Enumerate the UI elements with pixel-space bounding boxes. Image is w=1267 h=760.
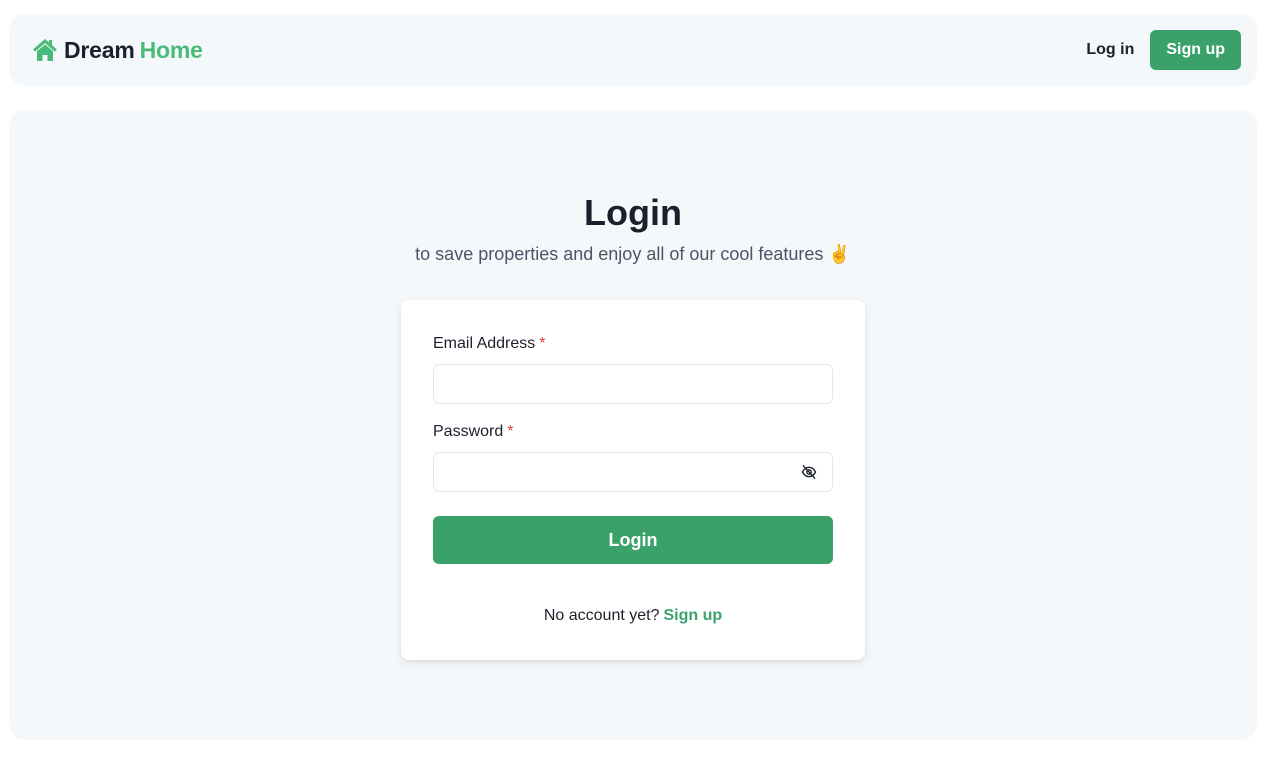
password-label-text: Password bbox=[433, 423, 504, 440]
brand-name-part1: Dream bbox=[64, 36, 135, 63]
brand-name: Dream Home bbox=[64, 37, 203, 64]
password-input[interactable] bbox=[433, 452, 833, 492]
navbar: Dream Home Log in Sign up bbox=[9, 14, 1257, 86]
login-form: Email Address * Password * Login No accoun… bbox=[401, 300, 865, 660]
email-label-text: Email Address bbox=[433, 335, 536, 352]
email-input[interactable] bbox=[433, 364, 833, 404]
login-button[interactable]: Login bbox=[433, 516, 833, 564]
nav-actions: Log in Sign up bbox=[1086, 30, 1241, 70]
home-icon bbox=[32, 37, 58, 63]
brand-logo[interactable]: Dream Home bbox=[32, 37, 203, 64]
main-panel: Login to save properties and enjoy all o… bbox=[9, 110, 1257, 740]
nav-signup-button[interactable]: Sign up bbox=[1150, 30, 1241, 70]
eye-off-icon[interactable] bbox=[797, 462, 821, 482]
password-required-mark: * bbox=[507, 423, 514, 440]
password-label: Password * bbox=[433, 423, 513, 441]
nav-login-button[interactable]: Log in bbox=[1086, 33, 1134, 67]
page-subtitle: to save properties and enjoy all of our … bbox=[415, 244, 851, 264]
email-required-mark: * bbox=[539, 335, 546, 352]
email-label: Email Address * bbox=[433, 335, 546, 353]
signup-prompt: No account yet? Sign up bbox=[401, 607, 865, 625]
brand-name-part2: Home bbox=[139, 36, 203, 63]
signup-link[interactable]: Sign up bbox=[663, 607, 722, 624]
page-title: Login bbox=[584, 192, 682, 233]
signup-prompt-text: No account yet? bbox=[543, 607, 660, 624]
